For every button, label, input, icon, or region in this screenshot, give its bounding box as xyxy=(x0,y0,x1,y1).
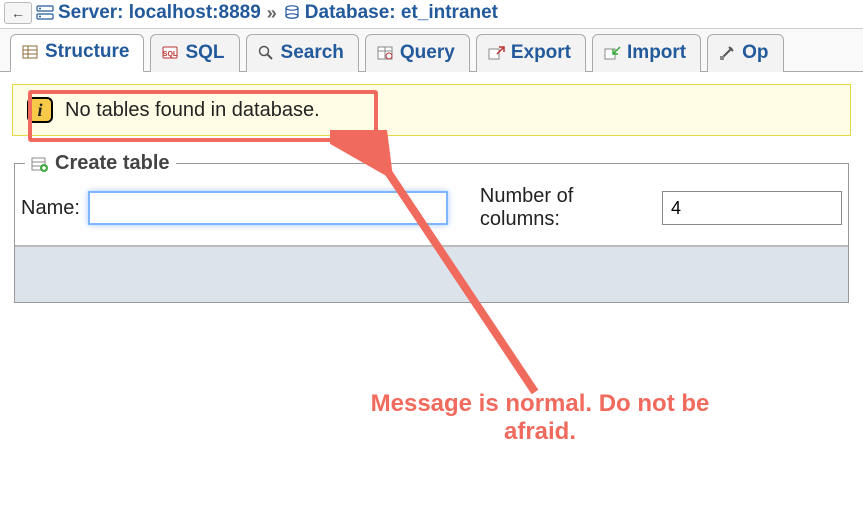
tab-query[interactable]: Query xyxy=(365,34,470,72)
server-breadcrumb[interactable]: Server: localhost:8889 xyxy=(36,2,261,24)
query-icon xyxy=(376,44,394,62)
tab-operations[interactable]: Op xyxy=(707,34,783,72)
tab-export[interactable]: Export xyxy=(476,34,586,72)
content-area: i No tables found in database. Create ta… xyxy=(0,72,863,315)
name-label: Name: xyxy=(21,197,80,220)
tab-structure[interactable]: Structure xyxy=(10,34,144,72)
export-icon xyxy=(487,44,505,62)
columns-label: Number of columns: xyxy=(480,185,654,231)
create-table-fieldset: Create table Name: Number of columns: xyxy=(14,152,849,303)
structure-icon xyxy=(21,43,39,61)
tab-import[interactable]: Import xyxy=(592,34,701,72)
create-table-legend: Create table xyxy=(25,152,176,175)
tab-operations-label: Op xyxy=(742,42,768,64)
create-table-legend-text: Create table xyxy=(55,152,170,175)
operations-icon xyxy=(718,44,736,62)
database-icon xyxy=(283,4,301,22)
annotation-text: Message is normal. Do not be afraid. xyxy=(360,390,720,446)
search-icon xyxy=(257,44,275,62)
tab-sql-label: SQL xyxy=(185,42,224,64)
columns-count-input[interactable] xyxy=(662,191,842,225)
table-name-input[interactable] xyxy=(88,191,448,225)
info-notice-text: No tables found in database. xyxy=(65,99,320,122)
tab-search-label: Search xyxy=(281,42,344,64)
tab-bar: Structure SQL SQL Search Query Export Im… xyxy=(0,29,863,72)
server-icon xyxy=(36,4,54,22)
tab-export-label: Export xyxy=(511,42,571,64)
info-notice: i No tables found in database. xyxy=(12,84,851,136)
sql-icon: SQL xyxy=(161,44,179,62)
create-table-form-row: Name: Number of columns: xyxy=(15,175,848,246)
tab-structure-label: Structure xyxy=(45,41,129,63)
info-icon: i xyxy=(27,97,53,123)
breadcrumb-bar: ← Server: localhost:8889 » Database: et_… xyxy=(0,0,863,29)
tab-sql[interactable]: SQL SQL xyxy=(150,34,239,72)
create-table-action-row xyxy=(15,246,848,302)
create-table-icon xyxy=(31,155,49,173)
breadcrumb-separator: » xyxy=(267,3,277,24)
back-button[interactable]: ← xyxy=(4,2,32,24)
tab-import-label: Import xyxy=(627,42,686,64)
database-breadcrumb-label: Database: et_intranet xyxy=(305,2,498,24)
tab-search[interactable]: Search xyxy=(246,34,359,72)
tab-query-label: Query xyxy=(400,42,455,64)
server-breadcrumb-label: Server: localhost:8889 xyxy=(58,2,261,24)
database-breadcrumb[interactable]: Database: et_intranet xyxy=(283,2,498,24)
import-icon xyxy=(603,44,621,62)
svg-text:SQL: SQL xyxy=(163,51,178,58)
